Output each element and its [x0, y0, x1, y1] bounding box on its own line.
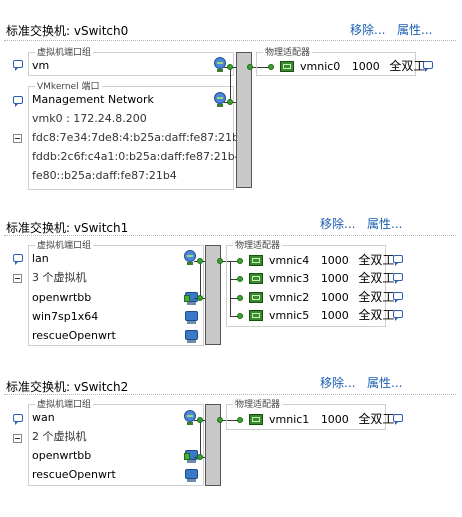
physical-nic-icon: [280, 61, 294, 72]
vswitch2-title: 标准交换机: vSwitch2: [6, 380, 129, 394]
adapter-row[interactable]: vmnic1 1000 全双工: [269, 410, 394, 428]
vmkernel-port-name: Management Network: [32, 93, 154, 106]
adapter-row[interactable]: vmnic0 1000 全双工: [300, 57, 425, 75]
vswitch2-properties-link[interactable]: 属性...: [367, 374, 402, 391]
port-status-dot: [197, 417, 203, 423]
physical-nic-icon: [249, 292, 263, 303]
port-status-dot: [227, 99, 233, 105]
adapter-speed: 1000: [320, 413, 349, 426]
vm-name[interactable]: rescueOpenwrt: [32, 466, 116, 484]
vm-name[interactable]: openwrtbb: [32, 447, 91, 465]
adapter-row[interactable]: vmnic3 1000 全双工: [269, 269, 394, 287]
portgroup-name: vm: [32, 59, 50, 72]
adapter-speed: 1000: [351, 60, 380, 73]
vmkernel-ipv6-1: fdc8:7e34:7de8:4:b25a:daff:fe87:21b4: [32, 131, 246, 144]
vm-name[interactable]: openwrtbb: [32, 289, 91, 307]
virtual-machine-icon: [184, 469, 200, 483]
physical-nic-icon: [249, 273, 263, 284]
comment-icon[interactable]: [423, 61, 433, 72]
vswitch0-vm-portgroup-box[interactable]: 虚拟机端口组: [28, 45, 234, 76]
comment-icon[interactable]: [393, 414, 403, 425]
comment-icon[interactable]: [13, 60, 23, 71]
adapter-duplex: 全双工: [358, 412, 395, 426]
vm-count: 2 个虚拟机: [32, 430, 87, 443]
portgroup-name: wan: [32, 411, 55, 424]
collapse-icon[interactable]: [13, 274, 22, 283]
comment-icon[interactable]: [393, 310, 403, 321]
adapter-row[interactable]: vmnic5 1000 全双工: [269, 306, 394, 324]
adapter-duplex: 全双工: [358, 271, 395, 285]
uplink-status-dot: [217, 258, 223, 264]
vswitch0-separator: [4, 40, 456, 41]
port-status-dot: [197, 454, 203, 460]
adapter-duplex: 全双工: [358, 308, 395, 322]
vswitch2-remove-link[interactable]: 移除...: [320, 374, 355, 391]
vswitch0-remove-link[interactable]: 移除...: [350, 21, 385, 38]
vswitch0-bar[interactable]: [236, 52, 252, 188]
network-port-icon: [182, 250, 198, 266]
network-port-icon: [182, 410, 198, 426]
adapter-speed: 1000: [320, 309, 349, 322]
virtual-machine-icon: [184, 311, 200, 325]
uplink-status-dot: [247, 64, 253, 70]
vswitch1-separator: [4, 235, 456, 236]
adapter-name: vmnic2: [269, 291, 310, 304]
comment-icon[interactable]: [13, 96, 23, 107]
port-status-dot: [197, 258, 203, 264]
adapter-legend: 物理适配器: [233, 397, 283, 410]
wire: [230, 67, 231, 103]
virtual-machine-icon: [184, 330, 200, 344]
adapter-speed: 1000: [320, 291, 349, 304]
comment-icon[interactable]: [393, 255, 403, 266]
adapter-name: vmnic5: [269, 309, 310, 322]
adapter-name: vmnic0: [300, 60, 341, 73]
vmkernel-ip: vmk0 : 172.24.8.200: [32, 112, 147, 125]
adapter-row[interactable]: vmnic2 1000 全双工: [269, 288, 394, 306]
vm-name[interactable]: win7sp1x64: [32, 308, 98, 326]
adapter-legend: 物理适配器: [233, 238, 283, 251]
collapse-icon[interactable]: [13, 434, 22, 443]
comment-icon[interactable]: [13, 254, 23, 265]
network-port-icon: [212, 57, 228, 73]
wire: [200, 261, 201, 299]
wire: [200, 420, 201, 458]
physical-nic-icon: [249, 310, 263, 321]
adapter-duplex: 全双工: [358, 290, 395, 304]
comment-icon[interactable]: [393, 273, 403, 284]
comment-icon[interactable]: [13, 414, 23, 425]
portgroup-name: lan: [32, 252, 49, 265]
collapse-icon[interactable]: [13, 134, 22, 143]
adapter-speed: 1000: [320, 272, 349, 285]
vswitch0-title: 标准交换机: vSwitch0: [6, 24, 129, 38]
vmkernel-ipv6-2: fddb:2c6f:c4a1:0:b25a:daff:fe87:21b4: [32, 150, 242, 163]
port-status-dot: [227, 64, 233, 70]
adapter-name: vmnic1: [269, 413, 310, 426]
vm-count: 3 个虚拟机: [32, 271, 87, 284]
vswitch1-properties-link[interactable]: 属性...: [367, 215, 402, 232]
adapter-speed: 1000: [320, 254, 349, 267]
physical-nic-icon: [249, 414, 263, 425]
port-status-dot: [197, 295, 203, 301]
adapter-row[interactable]: vmnic4 1000 全双工: [269, 251, 394, 269]
vswitch1-remove-link[interactable]: 移除...: [320, 215, 355, 232]
uplink-status-dot: [217, 417, 223, 423]
vswitch2-separator: [4, 394, 456, 395]
adapter-name: vmnic3: [269, 272, 310, 285]
physical-nic-icon: [249, 255, 263, 266]
network-port-icon: [212, 92, 228, 108]
comment-icon[interactable]: [393, 292, 403, 303]
adapter-duplex: 全双工: [358, 253, 395, 267]
vswitch0-properties-link[interactable]: 属性...: [397, 21, 432, 38]
vswitch1-title: 标准交换机: vSwitch1: [6, 221, 129, 235]
adapter-name: vmnic4: [269, 254, 310, 267]
adapter-duplex: 全双工: [389, 59, 426, 73]
vm-name[interactable]: rescueOpenwrt: [32, 327, 116, 345]
vmkernel-ipv6-3: fe80::b25a:daff:fe87:21b4: [32, 169, 177, 182]
